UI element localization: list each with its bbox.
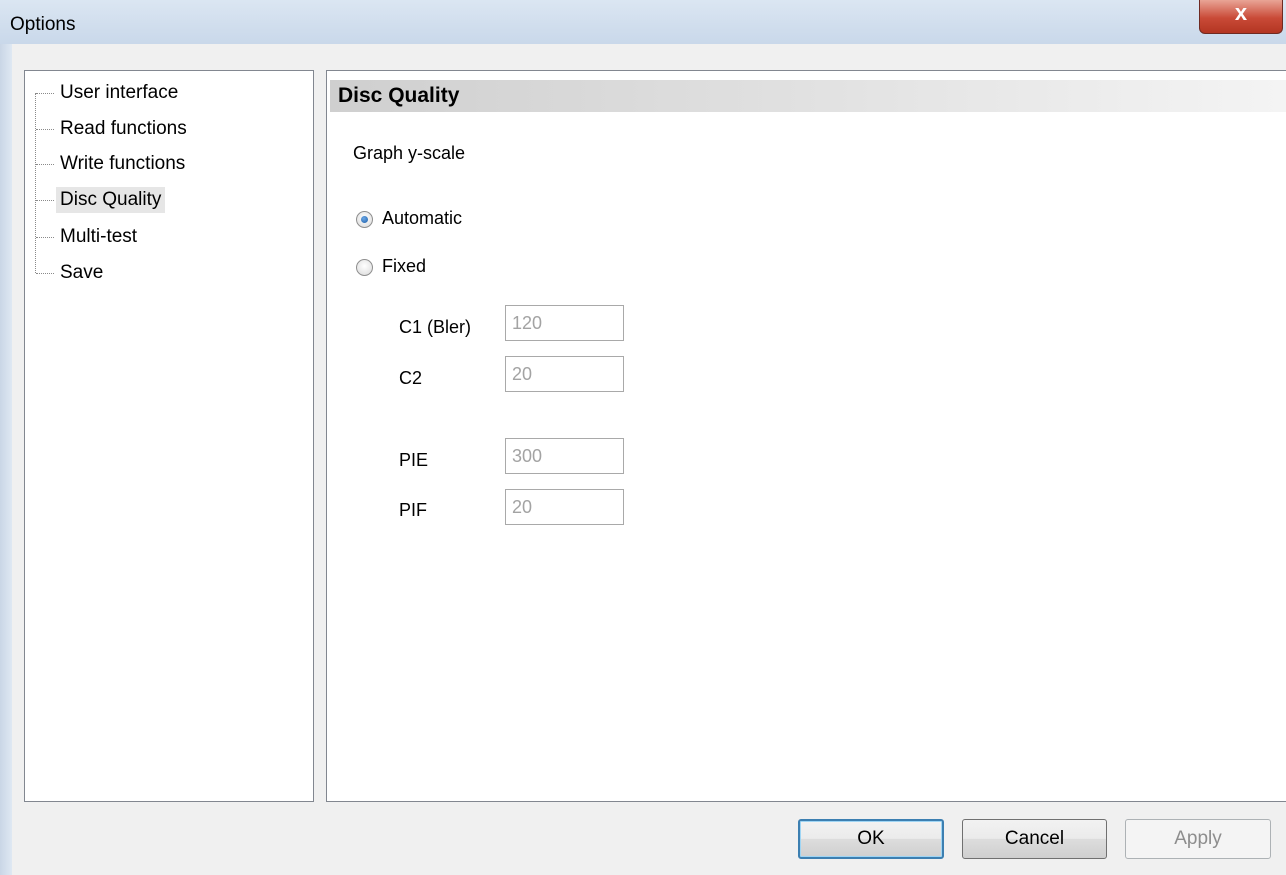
title-bar: Options x bbox=[0, 0, 1286, 44]
tree-connector bbox=[36, 200, 54, 201]
panel-header bbox=[330, 80, 1286, 112]
window-title: Options bbox=[10, 14, 76, 35]
tree-item-user-interface[interactable]: User interface bbox=[56, 80, 182, 106]
tree-connector bbox=[36, 237, 54, 238]
ok-button[interactable]: OK bbox=[798, 819, 944, 859]
tree-item-save[interactable]: Save bbox=[56, 260, 107, 286]
tree-connector bbox=[36, 129, 54, 130]
tree-item-write-functions[interactable]: Write functions bbox=[56, 151, 189, 177]
radio-automatic[interactable] bbox=[356, 211, 373, 228]
tree-item-read-functions[interactable]: Read functions bbox=[56, 116, 191, 142]
pif-input[interactable] bbox=[505, 489, 624, 525]
pie-label: PIE bbox=[399, 450, 429, 470]
settings-panel bbox=[326, 70, 1286, 802]
tree-connector bbox=[36, 273, 54, 274]
close-icon: x bbox=[1234, 0, 1248, 25]
graph-y-scale-label: Graph y-scale bbox=[353, 143, 466, 163]
pie-input[interactable] bbox=[505, 438, 624, 474]
cancel-button[interactable]: Cancel bbox=[962, 819, 1107, 859]
tree-connector bbox=[36, 93, 54, 94]
apply-button[interactable]: Apply bbox=[1125, 819, 1271, 859]
radio-fixed[interactable] bbox=[356, 259, 373, 276]
tree-item-disc-quality[interactable]: Disc Quality bbox=[56, 187, 166, 213]
panel-title: Disc Quality bbox=[338, 84, 460, 107]
c2-label: C2 bbox=[399, 368, 423, 388]
close-button[interactable]: x bbox=[1199, 0, 1283, 34]
c1-bler-label: C1 (Bler) bbox=[399, 317, 472, 337]
c1-bler-input[interactable] bbox=[505, 305, 624, 341]
tree-connector bbox=[35, 93, 36, 273]
options-tree[interactable] bbox=[24, 70, 314, 802]
c2-input[interactable] bbox=[505, 356, 624, 392]
tree-item-multi-test[interactable]: Multi-test bbox=[56, 224, 141, 250]
tree-connector bbox=[36, 164, 54, 165]
window-frame-left bbox=[0, 44, 12, 875]
radio-automatic-label[interactable]: Automatic bbox=[382, 208, 462, 229]
radio-fixed-label[interactable]: Fixed bbox=[382, 256, 426, 277]
pif-label: PIF bbox=[399, 500, 428, 520]
